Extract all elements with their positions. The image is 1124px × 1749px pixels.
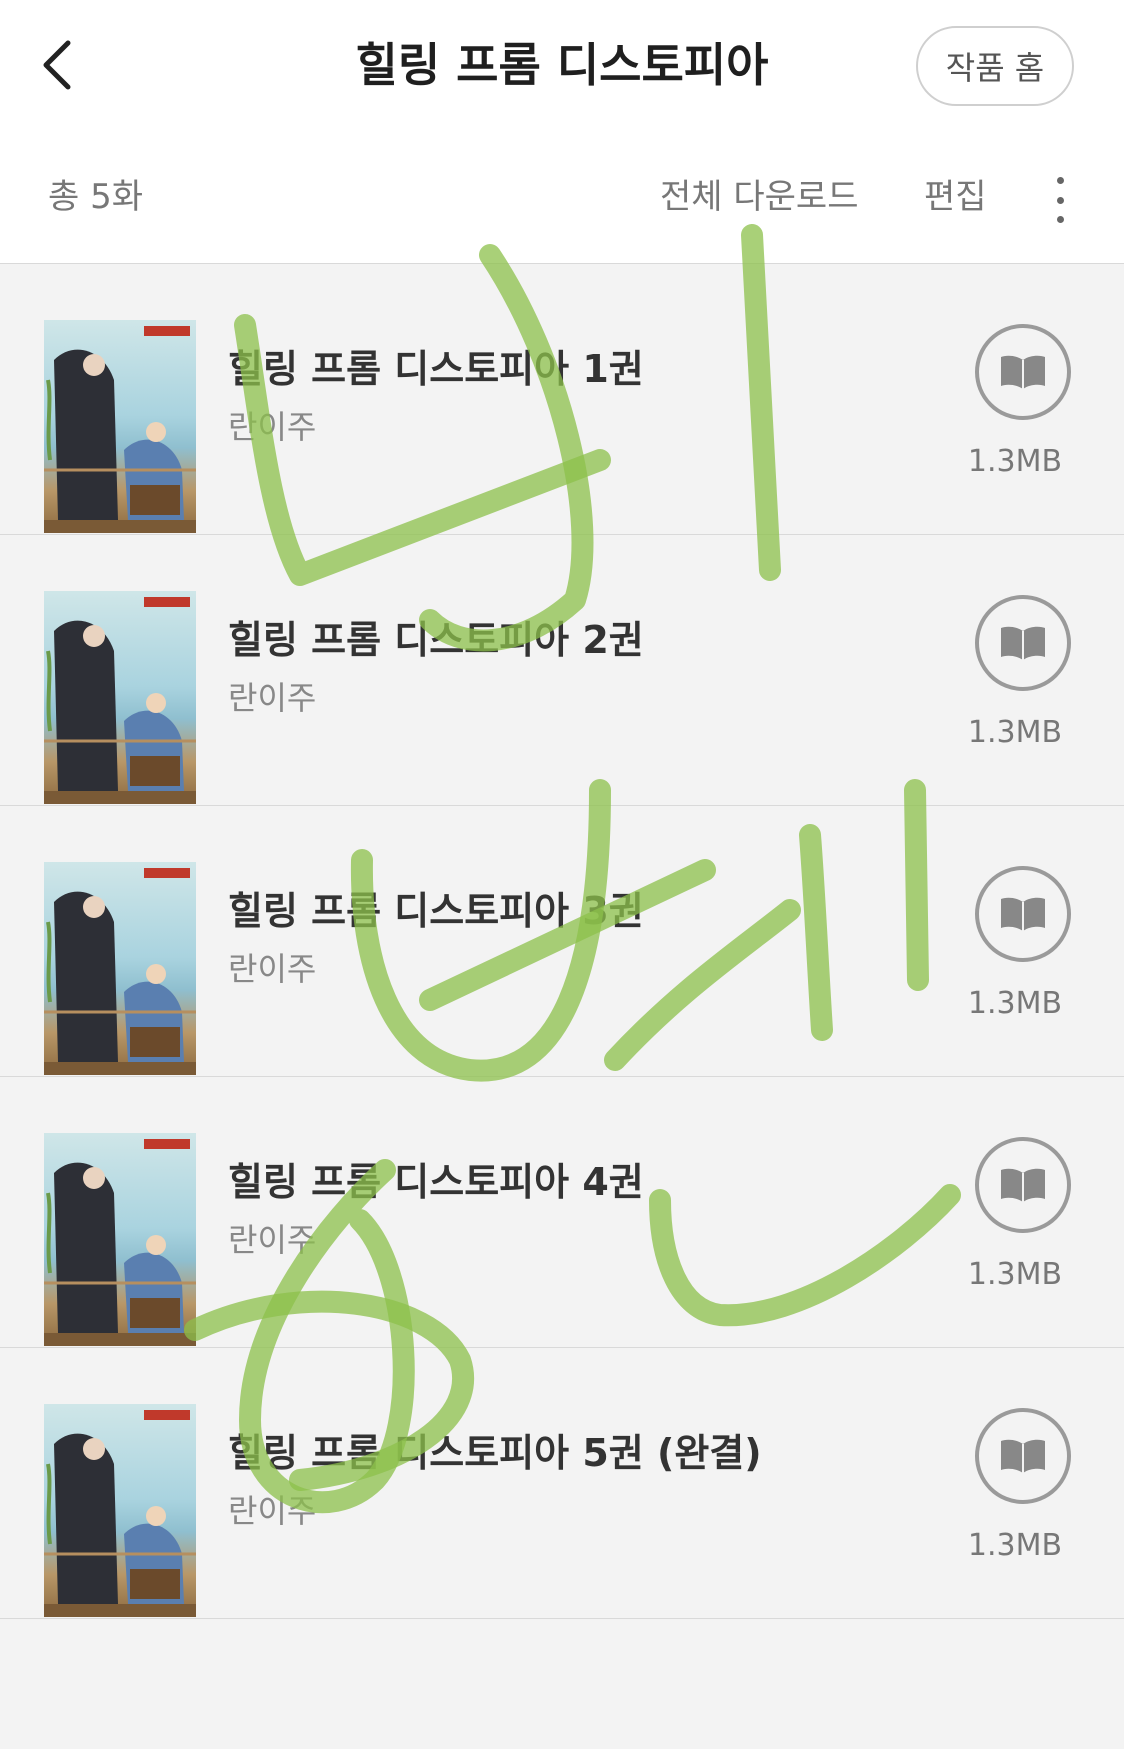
read-button[interactable] [975, 324, 1071, 420]
list-item[interactable]: 힐링 프롬 디스토피아 1권 란이주 1.3MB [0, 264, 1124, 535]
cover-image [44, 320, 196, 533]
work-home-button[interactable]: 작품 홈 [916, 26, 1074, 106]
file-size: 1.3MB [967, 1528, 1063, 1563]
back-button[interactable] [28, 30, 88, 100]
download-all-button[interactable]: 전체 다운로드 [660, 175, 859, 219]
edit-button[interactable]: 편집 [924, 175, 987, 219]
list-item[interactable]: 힐링 프롬 디스토피아 5권 (완결) 란이주 1.3MB [0, 1348, 1124, 1619]
episode-author: 란이주 [228, 1221, 317, 1259]
episode-author: 란이주 [228, 679, 317, 717]
episode-title: 힐링 프롬 디스토피아 1권 [228, 347, 644, 391]
episode-count: 총 5화 [48, 177, 143, 217]
list-item[interactable]: 힐링 프롬 디스토피아 4권 란이주 1.3MB [0, 1077, 1124, 1348]
file-size: 1.3MB [967, 715, 1063, 750]
read-button[interactable] [975, 1137, 1071, 1233]
app-header: 힐링 프롬 디스토피아 작품 홈 [0, 0, 1124, 135]
book-open-icon [1001, 626, 1045, 660]
episode-author: 란이주 [228, 950, 317, 988]
list-toolbar: 총 5화 전체 다운로드 편집 [0, 135, 1124, 264]
book-open-icon [1001, 897, 1045, 931]
episode-title: 힐링 프롬 디스토피아 4권 [228, 1160, 644, 1204]
list-item[interactable]: 힐링 프롬 디스토피아 3권 란이주 1.3MB [0, 806, 1124, 1077]
episode-title: 힐링 프롬 디스토피아 2권 [228, 618, 644, 662]
book-open-icon [1001, 1439, 1045, 1473]
list-item[interactable]: 힐링 프롬 디스토피아 2권 란이주 1.3MB [0, 535, 1124, 806]
book-open-icon [1001, 355, 1045, 389]
cover-image [44, 1133, 196, 1346]
more-options-button[interactable] [1042, 175, 1078, 225]
episode-title: 힐링 프롬 디스토피아 5권 (완결) [228, 1431, 762, 1475]
book-open-icon [1001, 1168, 1045, 1202]
cover-image [44, 591, 196, 804]
chevron-left-icon [43, 40, 71, 90]
read-button[interactable] [975, 866, 1071, 962]
more-vertical-icon [1056, 177, 1064, 184]
episode-list: 힐링 프롬 디스토피아 1권 란이주 1.3MB 힐링 프롬 디스토피아 2권 … [0, 264, 1124, 1619]
file-size: 1.3MB [967, 986, 1063, 1021]
episode-author: 란이주 [228, 408, 317, 446]
file-size: 1.3MB [967, 444, 1063, 479]
episode-title: 힐링 프롬 디스토피아 3권 [228, 889, 644, 933]
file-size: 1.3MB [967, 1257, 1063, 1292]
cover-image [44, 1404, 196, 1617]
cover-image [44, 862, 196, 1075]
read-button[interactable] [975, 1408, 1071, 1504]
read-button[interactable] [975, 595, 1071, 691]
episode-author: 란이주 [228, 1492, 317, 1530]
